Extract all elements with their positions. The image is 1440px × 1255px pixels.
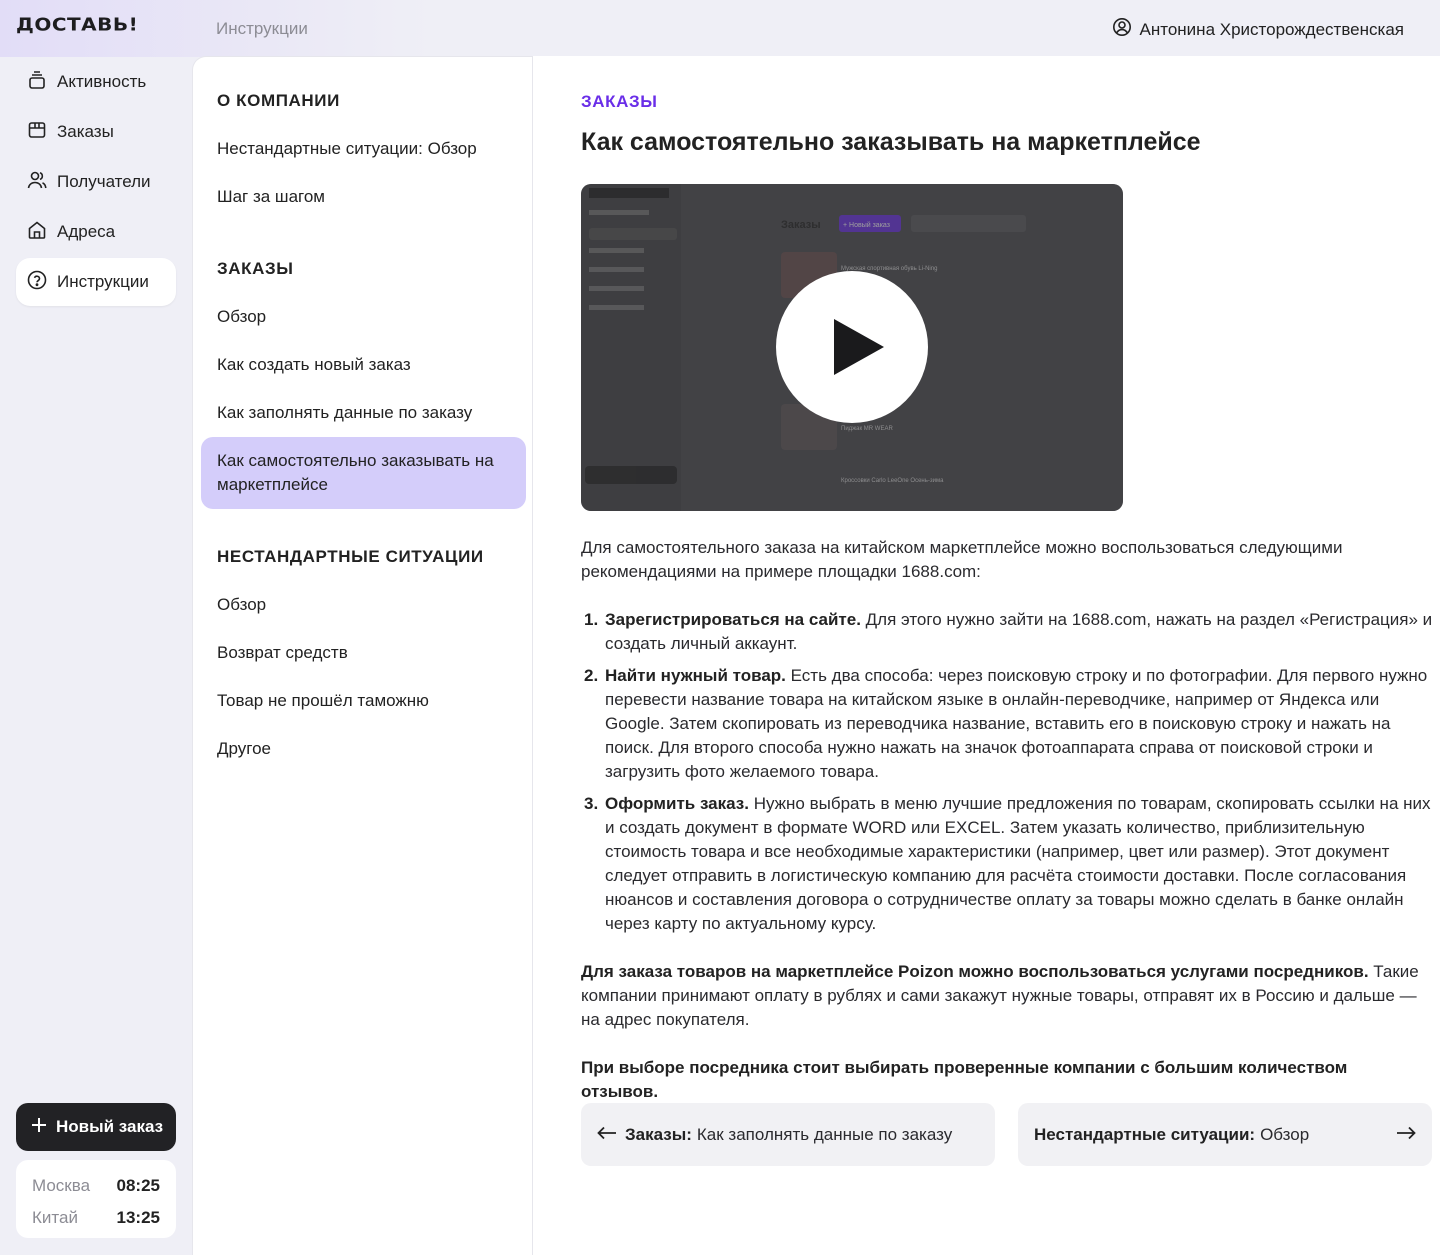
toc-section-title: О КОМПАНИИ [217, 91, 340, 110]
steps-list: 1. Зарегистрироваться на сайте. Для этог… [581, 608, 1433, 944]
toc-item[interactable]: Обзор [217, 593, 517, 617]
stack-icon [26, 69, 48, 96]
step-title: Зарегистрироваться на сайте. [605, 610, 861, 629]
list-item: 3. Оформить заказ. Нужно выбрать в меню … [581, 792, 1433, 936]
arrow-right-icon [1396, 1125, 1416, 1145]
step-number: 1. [584, 610, 599, 629]
toc-item[interactable]: Товар не прошёл таможню [217, 689, 517, 713]
step-title: Найти нужный товар. [605, 666, 786, 685]
play-button[interactable] [776, 271, 928, 423]
next-article-label: Нестандартные ситуации: Обзор [1034, 1125, 1309, 1145]
poizon-paragraph: Для заказа товаров на маркетплейсе Poizo… [581, 960, 1429, 1032]
box-icon [26, 119, 48, 146]
sidebar-item-label: Заказы [57, 122, 114, 141]
sidebar-item-activity[interactable]: Активность [16, 58, 176, 106]
sidebar-item-label: Адреса [57, 222, 116, 241]
breadcrumb: Инструкции [216, 19, 308, 38]
poizon-lead: Для заказа товаров на маркетплейсе Poizo… [581, 962, 1369, 981]
sidebar-item-recipients[interactable]: Получатели [16, 158, 176, 206]
prev-article-section: Заказы: [625, 1124, 692, 1144]
sidebar-item-instructions[interactable]: Инструкции [16, 258, 176, 306]
play-icon [834, 319, 884, 375]
step-text: Нужно выбрать в меню лучшие предложения … [605, 794, 1431, 933]
step-number: 3. [584, 794, 599, 813]
clock-city: Москва [32, 1176, 91, 1195]
prev-article-label: Заказы: Как заполнять данные по заказу [625, 1125, 952, 1145]
prev-article-button[interactable]: Заказы: Как заполнять данные по заказу [581, 1103, 995, 1166]
help-icon [26, 269, 48, 296]
video-player[interactable]: Заказы + Новый заказ Мужская спортивная … [581, 184, 1123, 511]
clock-row-china: Китай 13:25 [32, 1202, 160, 1234]
toc-item[interactable]: Как заполнять данные по заказу [217, 401, 517, 425]
sidebar-item-addresses[interactable]: Адреса [16, 208, 176, 256]
clock-city: Китай [32, 1208, 78, 1227]
next-article-section: Нестандартные ситуации: [1034, 1124, 1256, 1144]
toc-item[interactable]: Как создать новый заказ [217, 353, 517, 377]
clock-row-moscow: Москва 08:25 [32, 1170, 160, 1202]
article-section: ЗАКАЗЫ [581, 92, 658, 111]
video-preview-item: Пиджак MR WEAR [841, 426, 893, 432]
video-preview-new-order: + Новый заказ [843, 221, 890, 229]
sidebar-item-orders[interactable]: Заказы [16, 108, 176, 156]
list-item: 2. Найти нужный товар. Есть два способа:… [581, 664, 1433, 784]
users-icon [26, 169, 48, 196]
top-bar: ДОСТАВЬ! Инструкции Антонина Христорожде… [0, 0, 1440, 57]
toc-item-active[interactable]: Как самостоятельно заказывать на маркетп… [201, 437, 526, 509]
sidebar-nav: Активность Заказы Получатели Адреса Инст… [16, 56, 176, 306]
step-number: 2. [584, 666, 599, 685]
toc-item[interactable]: Другое [217, 737, 517, 761]
article: ЗАКАЗЫ Как самостоятельно заказывать на … [533, 56, 1440, 1255]
new-order-label: Новый заказ [56, 1117, 164, 1136]
clock-time: 08:25 [116, 1176, 160, 1195]
advice-paragraph: При выборе посредника стоит выбирать про… [581, 1058, 1348, 1101]
arrow-left-icon [597, 1125, 617, 1145]
logo[interactable]: ДОСТАВЬ! [16, 13, 138, 35]
article-title: Как самостоятельно заказывать на маркетп… [581, 128, 1201, 156]
toc-item[interactable]: Обзор [217, 305, 517, 329]
sidebar-item-label: Активность [57, 72, 147, 91]
toc-item[interactable]: Возврат средств [217, 641, 517, 665]
sidebar-item-label: Получатели [57, 172, 151, 191]
clock-time: 13:25 [116, 1208, 160, 1227]
toc-section-title: ЗАКАЗЫ [217, 259, 294, 278]
next-article-title: Обзор [1260, 1124, 1310, 1144]
article-intro: Для самостоятельного заказа на китайском… [581, 538, 1343, 581]
user-icon [1112, 17, 1132, 42]
toc-item[interactable]: Шаг за шагом [217, 185, 517, 209]
user-name: Антонина Христорождественская [1139, 19, 1404, 39]
toc-section-title: НЕСТАНДАРТНЫЕ СИТУАЦИИ [217, 547, 484, 566]
prev-article-title: Как заполнять данные по заказу [696, 1124, 953, 1144]
step-title: Оформить заказ. [605, 794, 749, 813]
list-item: 1. Зарегистрироваться на сайте. Для этог… [581, 608, 1433, 656]
world-clock: Москва 08:25 Китай 13:25 [16, 1160, 176, 1238]
toc-item[interactable]: Нестандартные ситуации: Обзор [217, 137, 517, 161]
sidebar-item-label: Инструкции [57, 272, 149, 291]
user-menu[interactable]: Антонина Христорождественская [1112, 17, 1404, 42]
video-preview-title: Заказы [781, 219, 821, 231]
next-article-button[interactable]: Нестандартные ситуации: Обзор [1018, 1103, 1432, 1166]
home-icon [26, 219, 48, 246]
video-preview-item: Кроссовки Carlo LeeOne Осень-зима [841, 478, 944, 484]
new-order-button[interactable]: Новый заказ [16, 1103, 176, 1151]
instructions-toc: О КОМПАНИИ Нестандартные ситуации: Обзор… [192, 56, 533, 1255]
plus-icon [32, 1117, 46, 1137]
